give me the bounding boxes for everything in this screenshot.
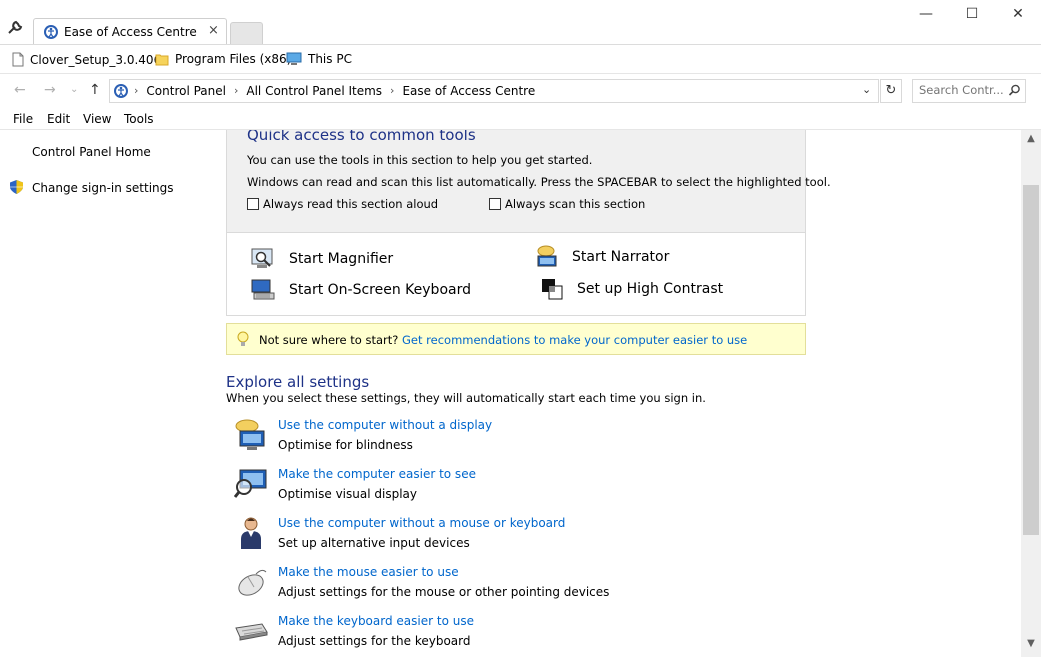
quick-access-panel: Quick access to common tools You can use…	[226, 130, 831, 233]
address-row: ← → ⌄ ↑ › Control Panel › All Control Pa…	[0, 75, 1041, 107]
menu-bar: File Edit View Tools	[0, 108, 1041, 130]
ease-of-access-icon	[114, 84, 128, 98]
control-panel-home-link[interactable]: Control Panel Home	[32, 145, 151, 159]
setting-description: Adjust settings for the keyboard	[278, 634, 471, 648]
address-bar[interactable]: › Control Panel › All Control Panel Item…	[109, 79, 879, 103]
favourite-program-files[interactable]: Program Files (x86)	[155, 52, 291, 66]
magnifier-icon	[251, 248, 273, 268]
close-window-icon[interactable]: ✕	[1008, 6, 1028, 24]
setting-description: Optimise visual display	[278, 487, 417, 501]
magnify-monitor-icon	[234, 469, 267, 498]
scroll-up-icon[interactable]: ▲	[1021, 133, 1041, 150]
back-icon[interactable]: ←	[14, 82, 26, 98]
narrator-icon	[537, 245, 557, 267]
breadcrumb: › Control Panel › All Control Panel Item…	[134, 84, 535, 98]
quick-access-instructions: Windows can read and scan this list auto…	[247, 175, 831, 189]
setting-description: Optimise for blindness	[278, 438, 413, 452]
setting-keyboard-easier[interactable]: Make the keyboard easier to use Adjust s…	[234, 614, 794, 657]
keyboard-icon	[235, 623, 268, 641]
setting-description: Adjust settings for the mouse or other p…	[278, 585, 610, 599]
breadcrumb-separator: ›	[390, 84, 395, 97]
setting-link[interactable]: Make the keyboard easier to use	[278, 614, 474, 628]
search-box[interactable]	[912, 79, 1026, 103]
favourite-clover-setup[interactable]: Clover_Setup_3.0.406	[12, 52, 161, 67]
vertical-scrollbar[interactable]: ▲ ▼	[1021, 130, 1041, 657]
menu-view[interactable]: View	[83, 112, 111, 126]
maximize-icon[interactable]: ☐	[962, 6, 982, 24]
quick-access-title: Quick access to common tools	[247, 130, 476, 144]
scroll-thumb[interactable]	[1023, 185, 1039, 535]
favourite-this-pc[interactable]: This PC	[286, 52, 352, 66]
new-tab-button[interactable]	[230, 22, 263, 44]
tab-ease-of-access[interactable]: Ease of Access Centre ×	[33, 18, 227, 45]
contrast-icon	[542, 279, 563, 300]
recommendations-link[interactable]: Get recommendations to make your compute…	[402, 333, 747, 347]
breadcrumb-control-panel[interactable]: Control Panel	[146, 84, 226, 98]
start-magnifier-button[interactable]: Start Magnifier	[251, 248, 393, 270]
search-icon[interactable]	[1008, 84, 1021, 97]
folder-icon	[155, 54, 169, 66]
tab-close-icon[interactable]: ×	[208, 23, 219, 38]
recommendation-tip: Not sure where to start? Get recommendat…	[226, 323, 806, 355]
recent-locations-icon[interactable]: ⌄	[70, 84, 78, 95]
explore-settings-title: Explore all settings	[226, 373, 370, 391]
setting-mouse-easier[interactable]: Make the mouse easier to use Adjust sett…	[234, 565, 794, 609]
address-dropdown-icon[interactable]: ⌄	[862, 83, 871, 96]
explore-settings-description: When you select these settings, they wil…	[226, 391, 706, 405]
menu-tools[interactable]: Tools	[124, 112, 154, 126]
setting-without-mouse-keyboard[interactable]: Use the computer without a mouse or keyb…	[234, 516, 794, 560]
setting-link[interactable]: Use the computer without a display	[278, 418, 492, 432]
menu-edit[interactable]: Edit	[47, 112, 70, 126]
setting-link[interactable]: Make the computer easier to see	[278, 467, 476, 481]
breadcrumb-separator: ›	[134, 84, 139, 97]
change-signin-settings-link[interactable]: Change sign-in settings	[32, 181, 174, 195]
keyboard-icon	[251, 279, 275, 300]
quick-access-description: You can use the tools in this section to…	[247, 153, 593, 167]
wrench-icon[interactable]	[7, 20, 23, 36]
mouse-icon	[238, 569, 267, 596]
refresh-button[interactable]: ↻	[880, 79, 902, 103]
breadcrumb-ease-of-access[interactable]: Ease of Access Centre	[402, 84, 535, 98]
setting-description: Set up alternative input devices	[278, 536, 470, 550]
computer-icon	[286, 52, 302, 65]
common-tools-panel: Start Magnifier Start Narrator Start On-…	[226, 233, 806, 316]
read-aloud-checkbox[interactable]: Always read this section aloud	[247, 197, 438, 211]
person-icon	[241, 517, 261, 549]
scroll-down-icon[interactable]: ▼	[1021, 638, 1041, 655]
forward-icon[interactable]: →	[44, 82, 56, 98]
lightbulb-icon	[237, 331, 249, 346]
tab-title: Ease of Access Centre	[64, 25, 197, 39]
high-contrast-button[interactable]: Set up High Contrast	[541, 278, 723, 300]
file-icon	[12, 52, 24, 67]
up-icon[interactable]: ↑	[89, 82, 101, 98]
main-content: Control Panel Home Change sign-in settin…	[0, 130, 1021, 657]
shield-icon	[10, 180, 23, 194]
start-onscreen-keyboard-button[interactable]: Start On-Screen Keyboard	[251, 279, 471, 301]
checkbox-box[interactable]	[247, 198, 259, 210]
scan-section-checkbox[interactable]: Always scan this section	[489, 197, 645, 211]
breadcrumb-all-items[interactable]: All Control Panel Items	[246, 84, 382, 98]
setting-link[interactable]: Use the computer without a mouse or keyb…	[278, 516, 565, 530]
breadcrumb-separator: ›	[233, 84, 239, 97]
setting-without-display[interactable]: Use the computer without a display Optim…	[234, 418, 794, 462]
speech-monitor-icon	[235, 419, 265, 450]
checkbox-box[interactable]	[489, 198, 501, 210]
start-narrator-button[interactable]: Start Narrator	[536, 245, 669, 269]
setting-link[interactable]: Make the mouse easier to use	[278, 565, 459, 579]
search-input[interactable]	[919, 83, 1007, 97]
minimize-icon[interactable]: —	[916, 6, 936, 24]
tip-text: Not sure where to start? Get recommendat…	[259, 333, 748, 347]
ease-of-access-icon	[44, 25, 58, 39]
title-bar: Ease of Access Centre × — ☐ ✕	[0, 0, 1041, 45]
favourites-bar: Clover_Setup_3.0.406 Program Files (x86)…	[0, 44, 1041, 74]
menu-file[interactable]: File	[13, 112, 33, 126]
setting-easier-to-see[interactable]: Make the computer easier to see Optimise…	[234, 467, 794, 511]
